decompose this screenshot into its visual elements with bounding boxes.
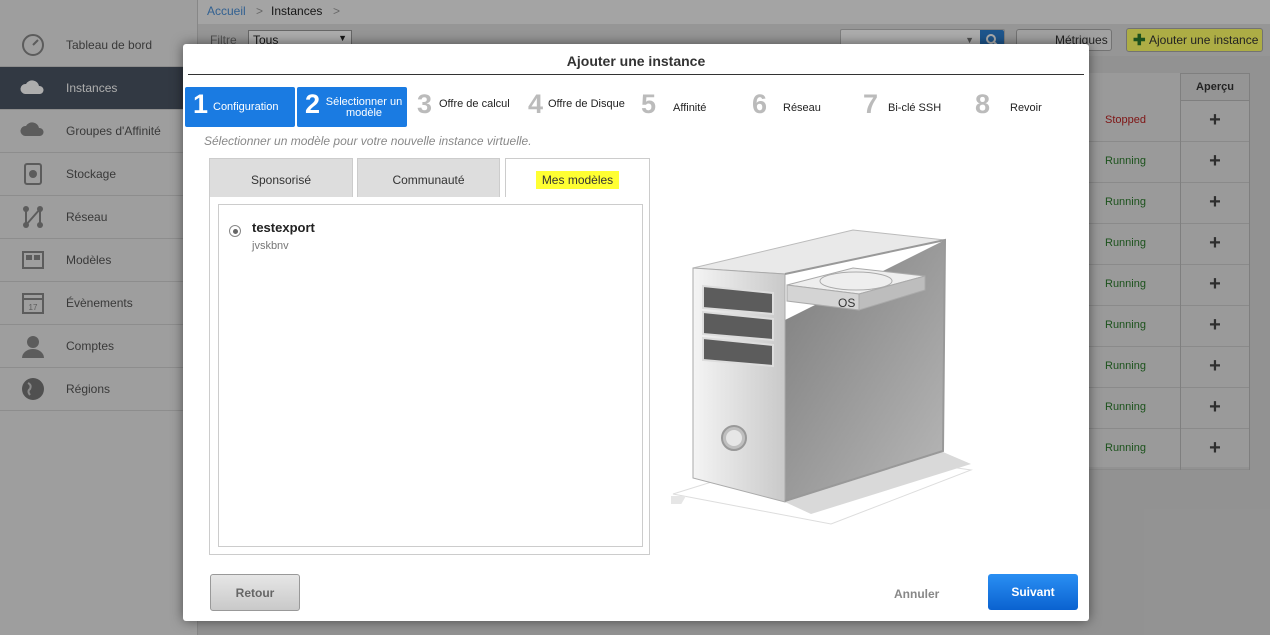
step-number: 8 (975, 89, 991, 119)
template-description: jvskbnv (252, 240, 289, 252)
tab-label: Communauté (392, 173, 465, 187)
step-disk-offering[interactable]: 4 Offre de Disque (528, 87, 628, 127)
dialog-title: Ajouter une instance (566, 53, 706, 69)
step-number: 4 (528, 89, 544, 119)
back-button[interactable]: Retour (210, 574, 300, 611)
step-number: 3 (417, 89, 433, 119)
template-tabs: Sponsorisé Communauté Mes modèles (209, 158, 650, 199)
step-ssh-keypair[interactable]: 7 Bi-clé SSH (863, 87, 953, 127)
step-label: Réseau (783, 102, 821, 114)
step-label: Bi-clé SSH (888, 102, 942, 114)
step-label: Revoir (1010, 102, 1042, 114)
step-number: 2 (305, 89, 321, 119)
step-label: Affinité (673, 102, 707, 114)
step-label: Offre de Disque (548, 98, 625, 110)
step-label: Configuration (213, 101, 279, 113)
step-number: 5 (641, 89, 657, 119)
step-review[interactable]: 8 Revoir (975, 87, 1065, 127)
template-list: testexport jvskbnv (218, 204, 643, 547)
step-affinity[interactable]: 5 Affinité (641, 87, 731, 127)
cancel-button[interactable]: Annuler (894, 587, 939, 601)
tab-community[interactable]: Communauté (357, 158, 500, 197)
template-name: testexport (252, 220, 315, 235)
step-network[interactable]: 6 Réseau (752, 87, 842, 127)
step-compute-offering[interactable]: 3 Offre de calcul (417, 87, 517, 127)
tab-label: Sponsorisé (250, 173, 312, 187)
template-radio[interactable] (229, 225, 241, 237)
add-instance-dialog: Ajouter une instance 1 Configuration 2 S… (183, 44, 1089, 621)
step-label: Sélectionner un modèle (325, 96, 403, 119)
step-number: 1 (193, 89, 209, 119)
next-button[interactable]: Suivant (988, 574, 1078, 610)
step-select-template[interactable]: 2 Sélectionner un modèle (297, 87, 407, 127)
step-number: 6 (752, 89, 768, 119)
computer-tower-illustration: OS (671, 229, 973, 525)
back-button-label: Retour (235, 586, 275, 600)
dialog-hint: Sélectionner un modèle pour votre nouvel… (204, 134, 532, 148)
template-list-panel: testexport jvskbnv (209, 197, 650, 555)
step-number: 7 (863, 89, 879, 119)
step-label: Offre de calcul (439, 98, 510, 110)
next-button-label: Suivant (1011, 585, 1055, 599)
tab-label: Mes modèles (535, 171, 620, 189)
os-label: OS (838, 296, 855, 310)
dialog-divider (188, 74, 1084, 75)
step-configuration[interactable]: 1 Configuration (185, 87, 295, 127)
tab-my-templates[interactable]: Mes modèles (505, 158, 650, 199)
tab-featured[interactable]: Sponsorisé (209, 158, 353, 197)
